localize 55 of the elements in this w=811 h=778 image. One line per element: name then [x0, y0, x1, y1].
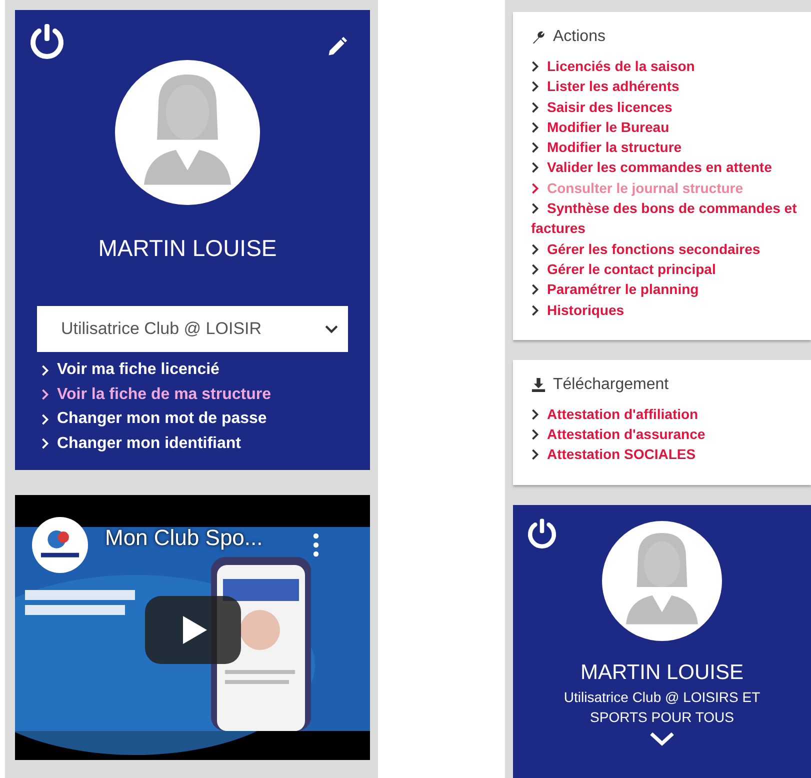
- action-link[interactable]: Saisir des licences: [531, 96, 801, 117]
- wrench-icon: [531, 30, 546, 44]
- chevron-right-icon: [41, 389, 49, 400]
- channel-logo-icon[interactable]: [32, 517, 88, 573]
- profile-link[interactable]: Changer mon mot de passe: [41, 407, 348, 432]
- chevron-right-icon: [531, 429, 539, 440]
- chevron-right-icon: [531, 304, 539, 316]
- chevron-right-icon: [531, 61, 539, 72]
- user-role: Utilisatrice Club @ LOISIRS ET SPORTS POUR TOUS: [562, 688, 762, 727]
- action-link[interactable]: Synthèse des bons de commandes et factures: [531, 198, 801, 239]
- chevron-down-icon: [325, 324, 338, 334]
- action-link[interactable]: Gérer les fonctions secondaires: [531, 238, 801, 259]
- download-link[interactable]: Attestation SOCIALES: [531, 444, 801, 465]
- chevron-right-icon: [531, 408, 539, 420]
- action-link[interactable]: Gérer le contact principal: [531, 258, 801, 280]
- action-link[interactable]: Historiques: [531, 300, 801, 320]
- chevron-right-icon: [531, 182, 539, 194]
- download-link[interactable]: Attestation d'assurance: [531, 424, 801, 444]
- chevron-right-icon: [531, 162, 539, 174]
- user-name: MARTIN LOUISE: [98, 235, 277, 262]
- profile-link[interactable]: Voir la fiche de ma structure: [41, 382, 348, 407]
- power-icon[interactable]: [525, 516, 559, 551]
- avatar-icon: [115, 60, 260, 205]
- chevron-down-icon[interactable]: [648, 730, 676, 747]
- chevron-right-icon: [531, 284, 539, 296]
- chevron-right-icon: [531, 142, 539, 154]
- more-icon[interactable]: [313, 533, 319, 557]
- chevron-right-icon: [531, 244, 539, 255]
- action-link[interactable]: Lister les adhérents: [531, 76, 801, 97]
- video-title[interactable]: Mon Club Spo...: [105, 525, 263, 551]
- chevron-right-icon: [41, 438, 49, 450]
- action-link[interactable]: Valider les commandes en attente: [531, 157, 801, 178]
- profile-link[interactable]: Changer mon identifiant: [41, 432, 348, 456]
- download-icon: [531, 377, 546, 392]
- user-name: MARTIN LOUISE: [580, 660, 744, 685]
- action-link[interactable]: Licenciés de la saison: [531, 56, 801, 76]
- chevron-right-icon: [531, 203, 539, 214]
- chevron-right-icon: [531, 122, 539, 133]
- pencil-icon[interactable]: [326, 36, 348, 58]
- action-link[interactable]: Paramétrer le planning: [531, 279, 801, 300]
- role-select[interactable]: Utilisatrice Club @ LOISIR: [37, 306, 348, 352]
- action-link[interactable]: Modifier la structure: [531, 137, 801, 158]
- chevron-right-icon: [531, 81, 539, 92]
- chevron-right-icon: [41, 414, 49, 425]
- chevron-right-icon: [531, 264, 539, 275]
- card-title: Téléchargement: [553, 376, 669, 394]
- card-title: Actions: [553, 28, 606, 46]
- chevron-right-icon: [531, 449, 539, 460]
- play-button[interactable]: [145, 596, 241, 664]
- chevron-right-icon: [41, 364, 49, 376]
- profile-link[interactable]: Voir ma fiche licencié: [41, 358, 348, 382]
- download-link[interactable]: Attestation d'affiliation: [531, 404, 801, 424]
- action-link[interactable]: Modifier le Bureau: [531, 116, 801, 138]
- avatar-icon: [602, 520, 722, 641]
- chevron-right-icon: [531, 102, 539, 113]
